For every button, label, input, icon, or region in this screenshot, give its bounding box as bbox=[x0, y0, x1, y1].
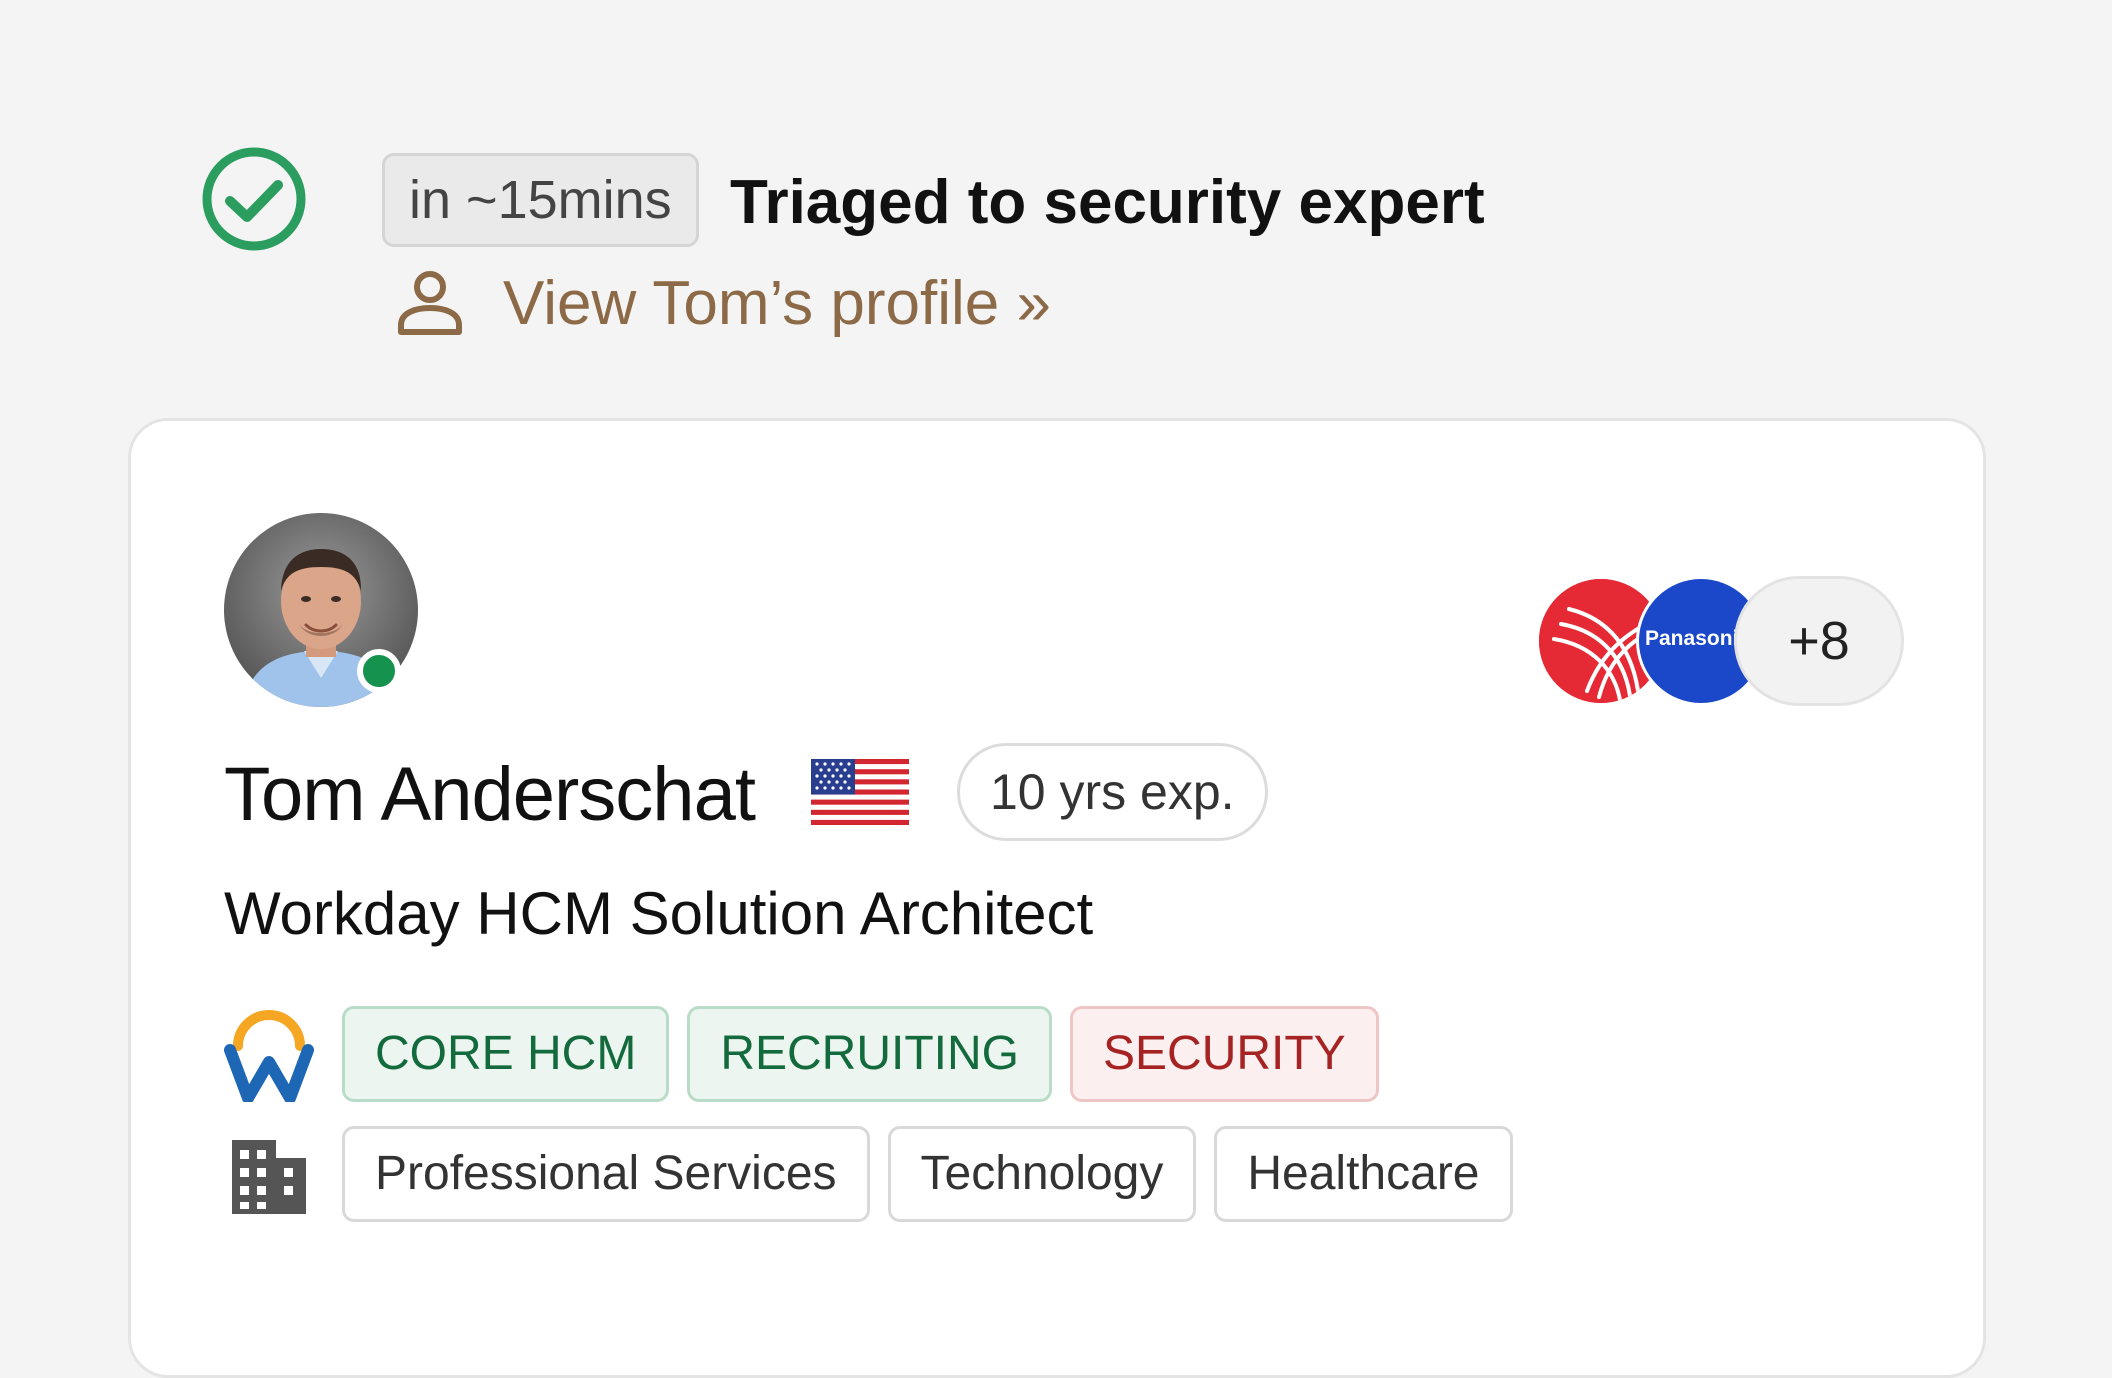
check-circle-icon bbox=[202, 147, 306, 251]
skill-tag-recruiting[interactable]: RECRUITING bbox=[687, 1006, 1052, 1102]
industry-tag-healthcare[interactable]: Healthcare bbox=[1214, 1126, 1513, 1222]
skill-tag-security[interactable]: SECURITY bbox=[1070, 1006, 1379, 1102]
view-profile-link[interactable]: View Tom’s profile » bbox=[503, 268, 1051, 339]
time-badge: in ~15mins bbox=[382, 153, 699, 247]
workday-logo-icon bbox=[224, 1010, 314, 1102]
industry-tag-professional-services[interactable]: Professional Services bbox=[342, 1126, 870, 1222]
industry-tags: Professional Services Technology Healthc… bbox=[342, 1126, 1513, 1222]
more-companies-count[interactable]: +8 bbox=[1734, 576, 1904, 706]
avatar[interactable] bbox=[224, 513, 418, 707]
expert-name: Tom Anderschat bbox=[224, 752, 756, 837]
building-icon bbox=[232, 1140, 306, 1214]
expert-card: Tom Anderschat 10 yrs exp. Workday HCM S… bbox=[128, 418, 1986, 1378]
industry-tag-technology[interactable]: Technology bbox=[887, 1126, 1197, 1222]
skill-tags: CORE HCM RECRUITING SECURITY bbox=[342, 1006, 1379, 1102]
status-title: Triaged to security expert bbox=[730, 168, 1485, 237]
person-icon bbox=[398, 271, 462, 335]
triage-status: in ~15mins Triaged to security expert bbox=[200, 145, 1900, 255]
online-status-dot bbox=[357, 649, 401, 693]
experience-badge: 10 yrs exp. bbox=[957, 743, 1268, 841]
expert-role: Workday HCM Solution Architect bbox=[224, 880, 1094, 947]
company-logos[interactable]: Panasonic +8 bbox=[1536, 576, 1916, 710]
skill-tag-core-hcm[interactable]: CORE HCM bbox=[342, 1006, 670, 1102]
us-flag-icon bbox=[811, 759, 909, 825]
